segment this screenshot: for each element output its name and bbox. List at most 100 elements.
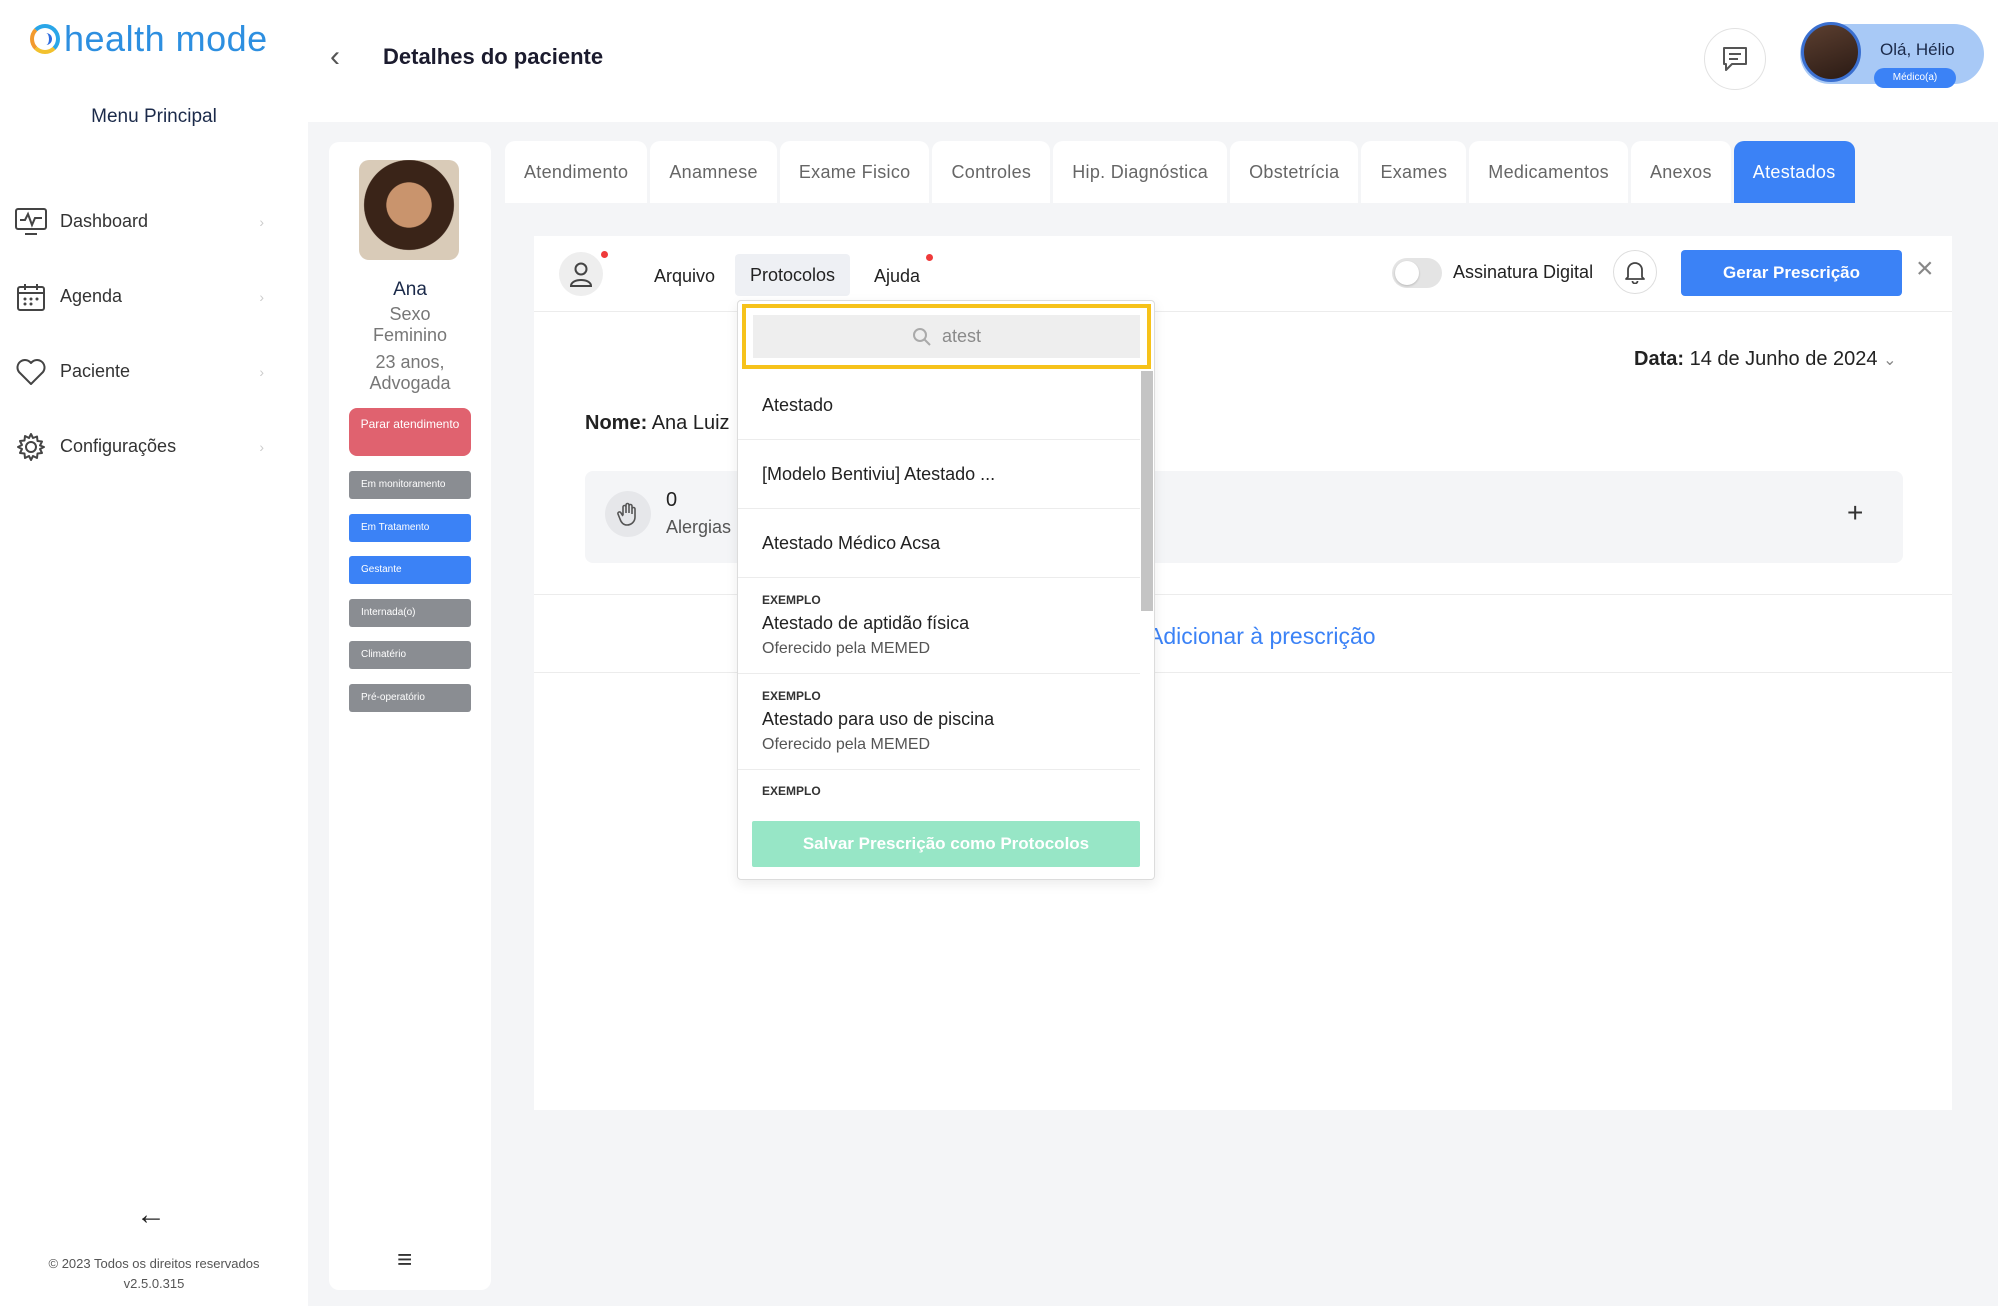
bell-icon bbox=[1625, 262, 1645, 284]
list-item[interactable]: EXEMPLO bbox=[738, 770, 1140, 809]
item-subtitle: Oferecido pela MEMED bbox=[762, 640, 931, 657]
patient-profile-button[interactable] bbox=[559, 252, 603, 296]
add-allergy-icon[interactable]: + bbox=[1847, 497, 1863, 529]
save-as-protocol-button[interactable]: Salvar Prescrição como Protocolos bbox=[752, 821, 1140, 867]
notification-dot bbox=[601, 251, 608, 258]
sidebar-item-label: Dashboard bbox=[60, 211, 149, 231]
logo-text: health mode bbox=[64, 18, 268, 59]
item-kicker: EXEMPLO bbox=[762, 689, 821, 703]
name-value: Ana Luiz bbox=[651, 412, 730, 434]
item-title: Atestado para uso de piscina bbox=[762, 709, 995, 729]
tag-pregnant[interactable]: Gestante bbox=[349, 556, 471, 584]
tab-bar: Atendimento Anamnese Exame Fisico Contro… bbox=[505, 141, 1855, 203]
list-item[interactable]: Atestado Médico Acsa bbox=[738, 509, 1140, 578]
item-kicker: EXEMPLO bbox=[762, 593, 821, 607]
tag-hospitalized[interactable]: Internada(o) bbox=[349, 599, 471, 627]
menu-arquivo[interactable]: Arquivo bbox=[654, 266, 715, 287]
notification-dot bbox=[926, 254, 933, 261]
footer: © 2023 Todos os direitos reservados v2.5… bbox=[0, 1254, 308, 1294]
hand-icon bbox=[605, 491, 651, 537]
tab-medicamentos[interactable]: Medicamentos bbox=[1469, 141, 1628, 203]
tag-treatment[interactable]: Em Tratamento bbox=[349, 514, 471, 542]
search-value: atest bbox=[941, 326, 982, 346]
page-title: Detalhes do paciente bbox=[383, 44, 604, 69]
menu-ajuda[interactable]: Ajuda bbox=[874, 266, 920, 287]
sidebar-item-dashboard[interactable]: Dashboard › bbox=[14, 184, 264, 259]
tab-anexos[interactable]: Anexos bbox=[1630, 141, 1731, 203]
monitor-icon bbox=[14, 205, 48, 239]
user-role-badge: Médico(a) bbox=[1874, 68, 1956, 88]
chat-button[interactable] bbox=[1704, 28, 1766, 90]
copyright-text: © 2023 Todos os direitos reservados bbox=[48, 1256, 260, 1271]
gear-icon bbox=[14, 430, 48, 464]
patient-sex: Feminino bbox=[372, 325, 448, 345]
tab-hip-diagnostica[interactable]: Hip. Diagnóstica bbox=[1053, 141, 1228, 203]
menu-protocolos[interactable]: Protocolos bbox=[735, 254, 851, 296]
sidebar-item-configuracoes[interactable]: Configurações › bbox=[14, 409, 264, 484]
date-row[interactable]: Data: 14 de Junho de 2024 ⌄ bbox=[1634, 348, 1897, 371]
generate-prescription-button[interactable]: Gerar Prescrição bbox=[1681, 250, 1902, 296]
calendar-icon bbox=[14, 280, 48, 314]
patient-photo bbox=[359, 160, 459, 260]
sidebar-item-label: Paciente bbox=[60, 361, 131, 381]
sidebar-item-label: Configurações bbox=[60, 436, 177, 456]
protocols-dropdown: atest Atestado [Modelo Bentiviu] Atestad… bbox=[737, 300, 1155, 880]
logo[interactable]: health mode bbox=[30, 18, 268, 60]
tag-monitoring[interactable]: Em monitoramento bbox=[349, 471, 471, 499]
sidebar-item-label: Agenda bbox=[60, 286, 123, 306]
list-item[interactable]: Atestado bbox=[738, 371, 1140, 440]
chat-icon bbox=[1723, 47, 1747, 71]
allergies-count: 0 bbox=[666, 489, 678, 511]
stop-attendance-button[interactable]: Parar atendimento bbox=[349, 408, 471, 456]
tab-controles[interactable]: Controles bbox=[932, 141, 1051, 203]
patient-name-row: Nome: Ana Luiz bbox=[585, 412, 730, 435]
item-kicker: EXEMPLO bbox=[762, 784, 821, 798]
item-title: [Modelo Bentiviu] Atestado ... bbox=[762, 463, 996, 484]
tag-preoperative[interactable]: Pré-operatório bbox=[349, 684, 471, 712]
search-icon bbox=[912, 327, 931, 346]
list-item[interactable]: EXEMPLO Atestado de aptidão física Ofere… bbox=[738, 578, 1140, 674]
heart-icon bbox=[14, 355, 48, 389]
tab-atendimento[interactable]: Atendimento bbox=[505, 141, 648, 203]
date-label: Data: bbox=[1634, 348, 1685, 370]
tab-atestados[interactable]: Atestados bbox=[1733, 141, 1855, 203]
protocol-list: Atestado [Modelo Bentiviu] Atestado ... … bbox=[738, 371, 1140, 809]
user-greeting: Olá, Hélio bbox=[1880, 40, 1955, 59]
patient-profession: Advogada bbox=[369, 373, 451, 393]
chevron-right-icon: › bbox=[259, 363, 264, 380]
chevron-right-icon: › bbox=[259, 438, 264, 455]
item-title: Atestado de aptidão física bbox=[762, 613, 970, 633]
add-to-prescription-link[interactable]: Adicionar à prescrição bbox=[1148, 623, 1376, 650]
list-item[interactable]: [Modelo Bentiviu] Atestado ... bbox=[738, 440, 1140, 509]
chevron-down-icon: ⌄ bbox=[1883, 352, 1897, 369]
protocol-search-input[interactable]: atest bbox=[753, 315, 1140, 358]
scrollbar[interactable] bbox=[1141, 371, 1153, 611]
patient-name: Ana bbox=[393, 279, 427, 300]
tag-climacteric[interactable]: Climatério bbox=[349, 641, 471, 669]
patient-sex-label: Sexo bbox=[389, 304, 431, 324]
list-item[interactable]: EXEMPLO Atestado para uso de piscina Ofe… bbox=[738, 674, 1140, 770]
collapse-sidebar-icon[interactable]: ← bbox=[136, 1198, 166, 1232]
item-subtitle: Oferecido pela MEMED bbox=[762, 736, 931, 753]
name-label: Nome: bbox=[585, 412, 648, 434]
tab-obstetricia[interactable]: Obstetrícia bbox=[1230, 141, 1359, 203]
chevron-right-icon: › bbox=[259, 213, 264, 230]
sidebar-item-paciente[interactable]: Paciente › bbox=[14, 334, 264, 409]
digital-signature-label: Assinatura Digital bbox=[1453, 262, 1594, 282]
item-title: Atestado bbox=[762, 394, 834, 415]
chevron-right-icon: › bbox=[259, 288, 264, 305]
sidebar-nav: Dashboard › Agenda › Paciente › Configur… bbox=[14, 184, 264, 484]
date-value: 14 de Junho de 2024 bbox=[1689, 348, 1878, 370]
close-icon[interactable]: × bbox=[1916, 252, 1934, 286]
back-icon[interactable]: ‹ bbox=[330, 40, 340, 74]
tab-exames[interactable]: Exames bbox=[1361, 141, 1467, 203]
notifications-button[interactable] bbox=[1613, 250, 1657, 294]
sidebar-item-agenda[interactable]: Agenda › bbox=[14, 259, 264, 334]
digital-signature-toggle[interactable] bbox=[1392, 258, 1442, 288]
avatar[interactable] bbox=[1801, 22, 1861, 82]
tab-anamnese[interactable]: Anamnese bbox=[650, 141, 777, 203]
hamburger-menu-icon[interactable]: ≡ bbox=[397, 1244, 412, 1275]
allergies-label: Alergias bbox=[666, 517, 732, 537]
tab-exame-fisico[interactable]: Exame Fisico bbox=[779, 141, 930, 203]
search-highlight: atest bbox=[742, 304, 1151, 369]
